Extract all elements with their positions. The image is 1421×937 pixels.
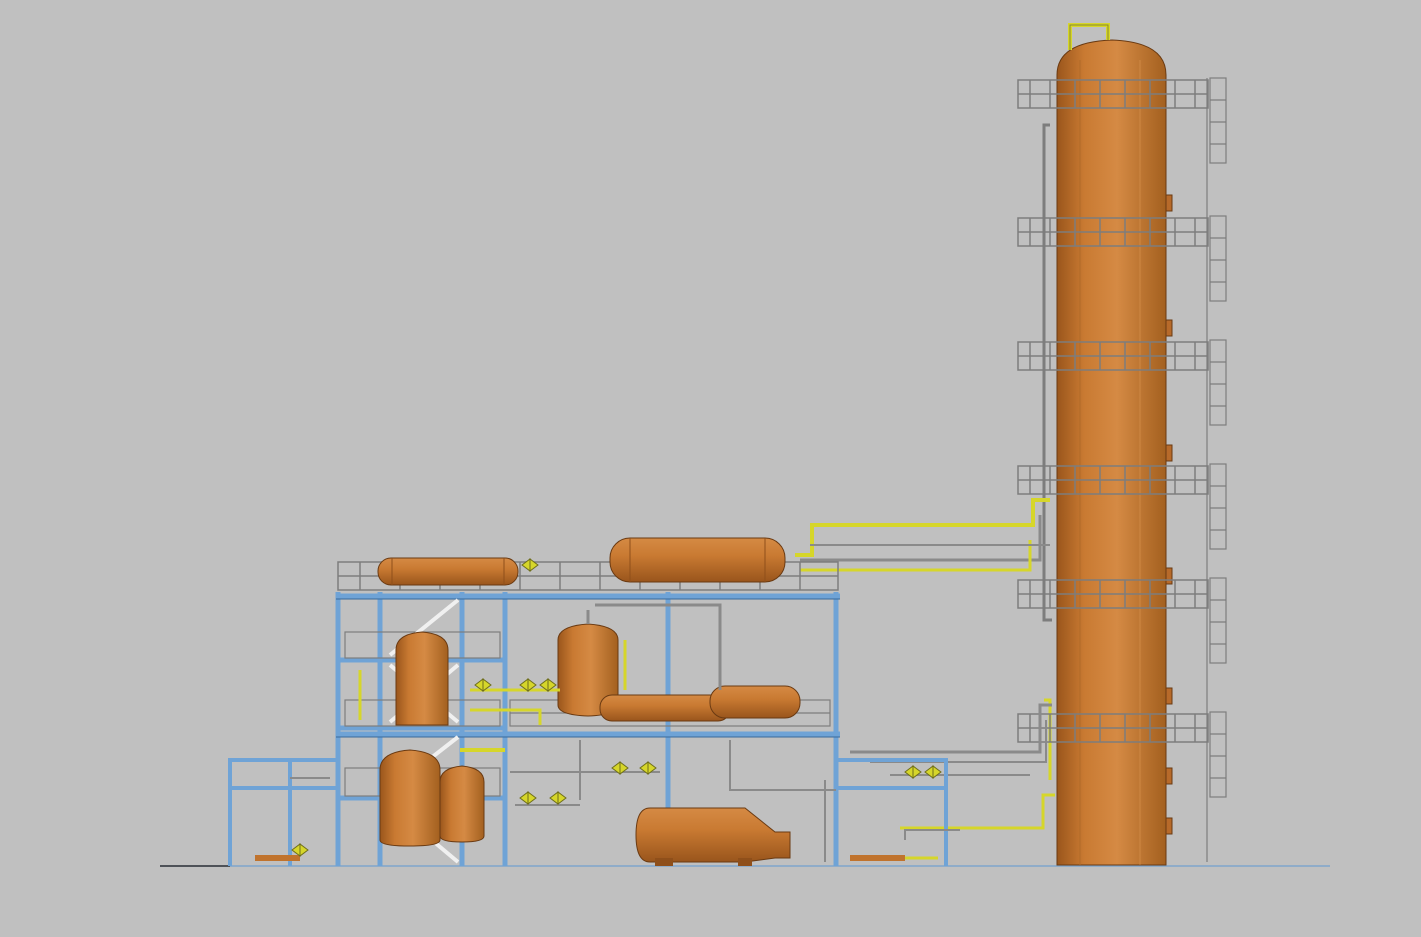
- plant-elevation-drawing: [160, 23, 1330, 867]
- distillation-column[interactable]: [1042, 23, 1173, 866]
- top-horizontal-drum-right[interactable]: [609, 537, 786, 583]
- ground-horizontal-drum[interactable]: [635, 807, 791, 866]
- horizontal-drum-small[interactable]: [709, 685, 801, 719]
- left-pipe-support: [228, 758, 336, 866]
- top-horizontal-drum-left[interactable]: [377, 557, 519, 586]
- plant-model-viewport[interactable]: [0, 0, 1421, 937]
- vertical-vessels-left-group[interactable]: [379, 631, 485, 847]
- column-ladder: [1206, 77, 1227, 862]
